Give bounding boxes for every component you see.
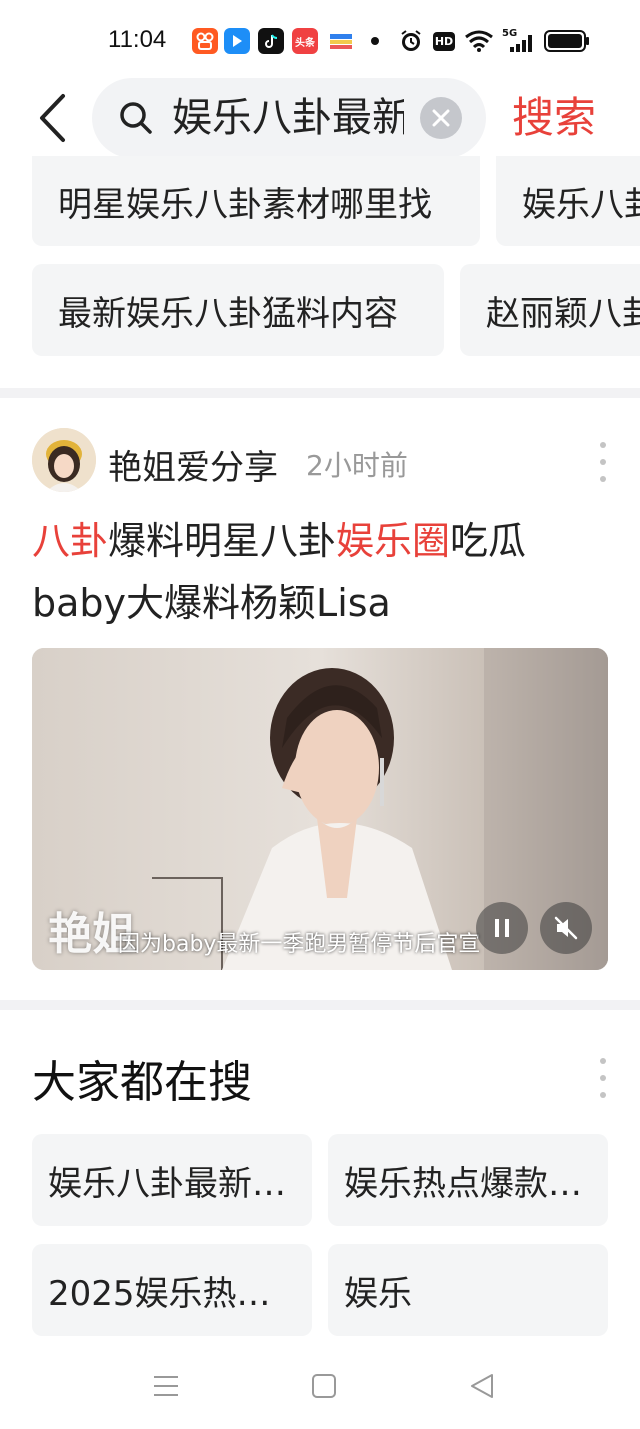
toutiao-icon: 头条 — [292, 28, 318, 54]
suggestion-label: 明星娱乐八卦素材哪里找 — [58, 184, 432, 225]
trending-item-label: 娱乐 — [344, 1273, 412, 1314]
trending-item[interactable]: 2025娱乐热… — [32, 1244, 312, 1336]
alarm-icon — [398, 28, 424, 54]
suggestion-label: 娱乐八卦 — [522, 184, 640, 225]
dot — [600, 459, 606, 465]
trending-more-button[interactable] — [598, 1058, 608, 1098]
trending-item-label: 娱乐八卦最新… — [48, 1163, 286, 1204]
kuaishou-icon — [192, 28, 218, 54]
clear-search-button[interactable] — [420, 97, 462, 139]
avatar-image — [32, 428, 96, 492]
suggestion-label: 最新娱乐八卦猛料内容 — [58, 293, 398, 334]
dot — [600, 1075, 606, 1081]
title-highlight: 八卦 — [32, 519, 109, 563]
post-more-button[interactable] — [598, 442, 608, 482]
trending-item-label: 娱乐热点爆款… — [344, 1163, 582, 1204]
suggestion-label: 赵丽颖八卦 — [486, 293, 640, 334]
hd-icon: HD — [432, 28, 456, 54]
nav-home-button[interactable] — [304, 1368, 344, 1404]
dot-icon — [370, 28, 380, 54]
suggestion-chip[interactable]: 明星娱乐八卦素材哪里找 — [32, 156, 480, 246]
pause-icon — [495, 919, 509, 937]
post-title[interactable]: 八卦爆料明星八卦娱乐圈吃瓜baby大爆料杨颖Lisa — [32, 510, 612, 634]
chevron-left-icon — [40, 94, 65, 142]
wallet-icon — [328, 28, 354, 54]
section-divider — [0, 388, 640, 398]
dot — [600, 442, 606, 448]
suggestion-chip[interactable]: 娱乐八卦 — [496, 156, 640, 246]
bilibili-icon — [224, 28, 250, 54]
signal-icon: 5G — [502, 28, 536, 54]
close-icon — [432, 109, 450, 127]
dot — [600, 1092, 606, 1098]
tiktok-icon — [258, 28, 284, 54]
post-time: 2小时前 — [306, 449, 408, 482]
pause-button[interactable] — [476, 902, 528, 954]
hd-label: HD — [432, 31, 456, 51]
trending-item-label: 2025娱乐热… — [48, 1273, 271, 1314]
nav-back-button[interactable] — [462, 1368, 502, 1404]
search-header: 娱乐八卦最新 搜索 — [0, 78, 640, 160]
volume-muted-icon — [554, 916, 578, 940]
title-highlight: 娱乐圈 — [336, 519, 451, 563]
trending-item[interactable]: 娱乐热点爆款… — [328, 1134, 608, 1226]
search-button[interactable]: 搜索 — [512, 90, 596, 146]
status-time: 11:04 — [108, 26, 167, 53]
status-bar: 11:04 头条 HD 5G — [0, 0, 640, 80]
triangle-back-icon — [471, 1374, 493, 1398]
video-player[interactable]: 艳姐 因为baby最新一季跑男暂停节后官宣 — [32, 648, 608, 970]
section-divider — [0, 1000, 640, 1010]
search-input[interactable]: 娱乐八卦最新 — [92, 78, 486, 158]
menu-icon — [154, 1376, 178, 1396]
video-subtitle: 因为baby最新一季跑男暂停节后官宣 — [118, 932, 481, 957]
search-query-text: 娱乐八卦最新 — [172, 95, 404, 141]
toutiao-label: 头条 — [295, 37, 315, 49]
author-avatar[interactable] — [32, 428, 96, 492]
trending-item[interactable]: 娱乐 — [328, 1244, 608, 1336]
suggestion-chip[interactable]: 赵丽颖八卦 — [460, 264, 640, 356]
mute-button[interactable] — [540, 902, 592, 954]
search-icon — [120, 102, 152, 134]
title-text: 爆料明星八卦 — [108, 519, 337, 563]
suggestion-chip[interactable]: 最新娱乐八卦猛料内容 — [32, 264, 444, 356]
dot — [600, 1058, 606, 1064]
square-icon — [312, 1374, 336, 1398]
trending-title: 大家都在搜 — [32, 1057, 252, 1108]
author-name[interactable]: 艳姐爱分享 — [108, 440, 278, 489]
dot — [600, 476, 606, 482]
battery-icon — [544, 28, 590, 54]
back-button[interactable] — [30, 90, 74, 146]
wifi-icon — [464, 28, 494, 54]
nav-menu-button[interactable] — [146, 1368, 186, 1404]
trending-item[interactable]: 娱乐八卦最新… — [32, 1134, 312, 1226]
